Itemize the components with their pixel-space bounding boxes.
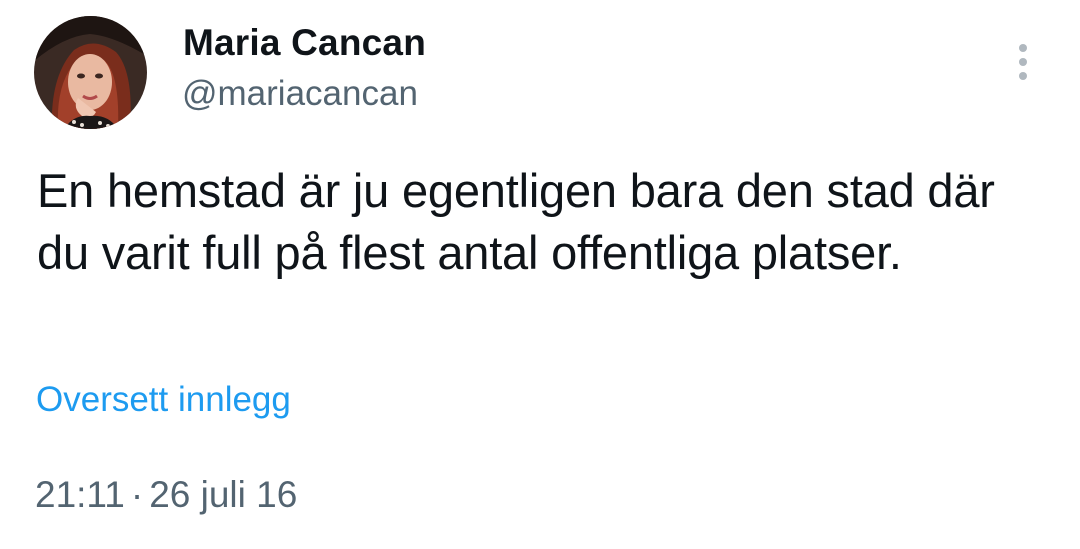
avatar-image xyxy=(34,16,147,129)
tweet-date: 26 juli 16 xyxy=(149,474,298,515)
tweet-card: Maria Cancan @mariacancan En hemstad är … xyxy=(0,0,1080,549)
tweet-text: En hemstad är ju egentligen bara den sta… xyxy=(37,164,995,279)
tweet-time: 21:11 xyxy=(35,474,125,515)
tweet-timestamp[interactable]: 21:11 · 26 juli 16 xyxy=(35,474,297,516)
more-options-button[interactable] xyxy=(1004,38,1042,86)
avatar[interactable] xyxy=(34,16,147,129)
meta-separator: · xyxy=(130,474,144,515)
author-handle[interactable]: @mariacancan xyxy=(182,74,418,114)
vertical-dots-icon xyxy=(1019,44,1027,80)
translate-post-link[interactable]: Oversett innlegg xyxy=(36,380,291,420)
author-name[interactable]: Maria Cancan xyxy=(183,22,426,64)
